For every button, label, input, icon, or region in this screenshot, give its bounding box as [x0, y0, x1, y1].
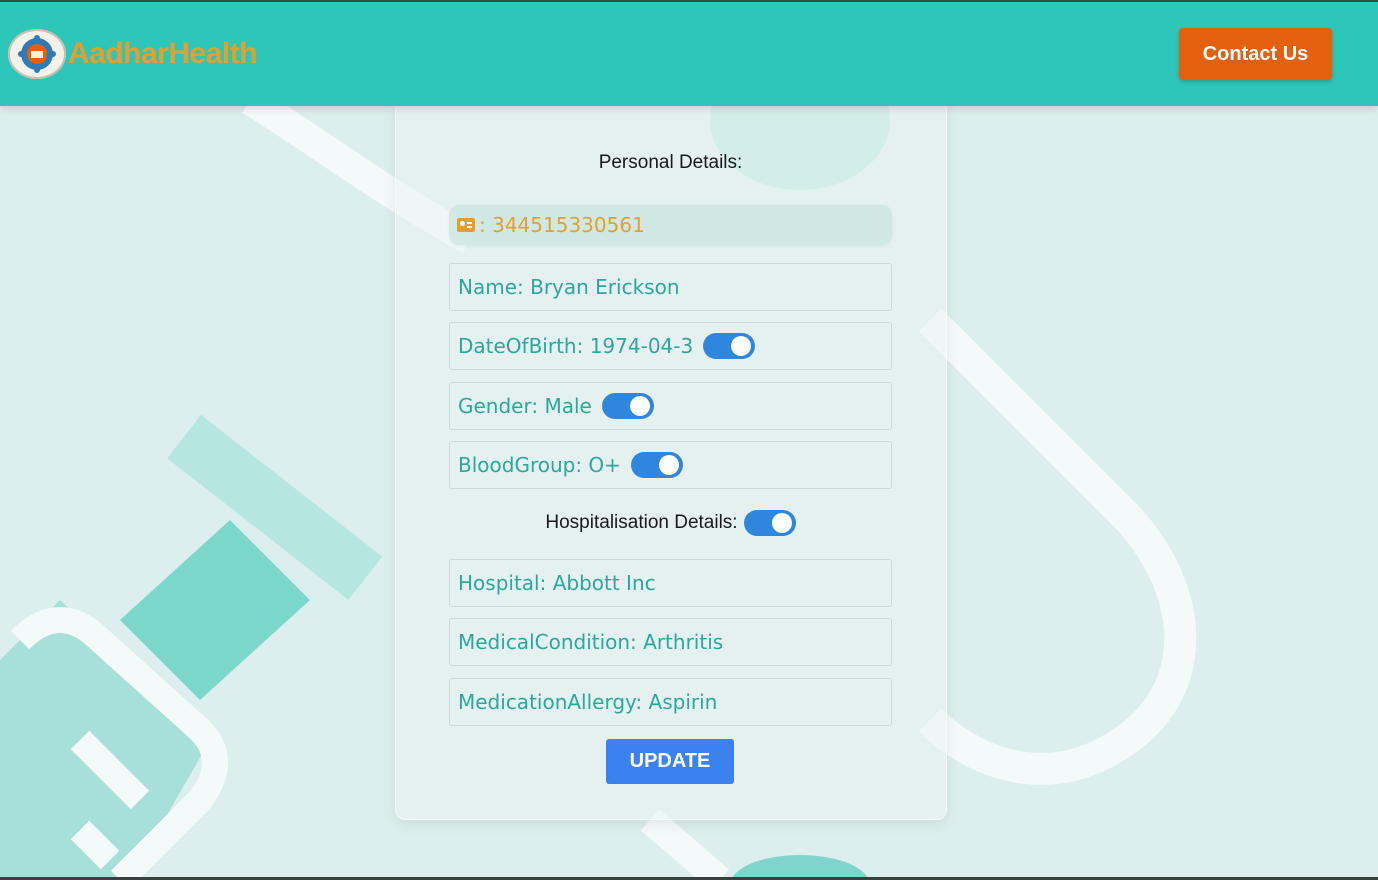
brand-name: AadharHealth — [68, 37, 258, 70]
hospitalisation-visibility-toggle[interactable] — [743, 510, 796, 536]
gender-visibility-toggle[interactable] — [601, 393, 654, 419]
gender-field[interactable]: Gender: Male — [449, 382, 892, 430]
hospitalisation-title: Hospitalisation Details: — [545, 512, 738, 533]
gender-value: Gender: Male — [458, 394, 592, 418]
contact-us-button[interactable]: Contact Us — [1179, 28, 1332, 80]
blood-group-value: BloodGroup: O+ — [458, 453, 621, 477]
dob-visibility-toggle[interactable] — [703, 333, 756, 359]
hospital-field[interactable]: Hospital: Abbott Inc — [449, 559, 892, 607]
medication-allergy-value: MedicationAllergy: Aspirin — [458, 690, 718, 714]
top-header: AadharHealth Contact Us — [0, 0, 1378, 106]
medication-allergy-field[interactable]: MedicationAllergy: Aspirin — [449, 678, 892, 726]
id-card-icon — [457, 218, 475, 232]
brand-logo[interactable]: AadharHealth — [8, 29, 258, 79]
dob-field[interactable]: DateOfBirth: 1974-04-3 — [449, 322, 892, 370]
aadhar-number-field[interactable]: : 344515330561 — [449, 205, 892, 245]
update-button[interactable]: UPDATE — [606, 739, 734, 784]
hospital-value: Hospital: Abbott Inc — [458, 571, 656, 595]
medical-condition-field[interactable]: MedicalCondition: Arthritis — [449, 618, 892, 666]
name-value: Name: Bryan Erickson — [458, 275, 680, 299]
medical-emblem-icon — [8, 29, 66, 79]
personal-details-title: Personal Details: — [598, 152, 743, 173]
aadhar-number-value: : 344515330561 — [479, 213, 645, 237]
blood-group-field[interactable]: BloodGroup: O+ — [449, 441, 892, 489]
blood-group-visibility-toggle[interactable] — [630, 452, 683, 478]
hospitalisation-header: Hospitalisation Details: — [449, 508, 892, 538]
name-field[interactable]: Name: Bryan Erickson — [449, 263, 892, 311]
dob-value: DateOfBirth: 1974-04-3 — [458, 334, 694, 358]
medical-condition-value: MedicalCondition: Arthritis — [458, 630, 724, 654]
